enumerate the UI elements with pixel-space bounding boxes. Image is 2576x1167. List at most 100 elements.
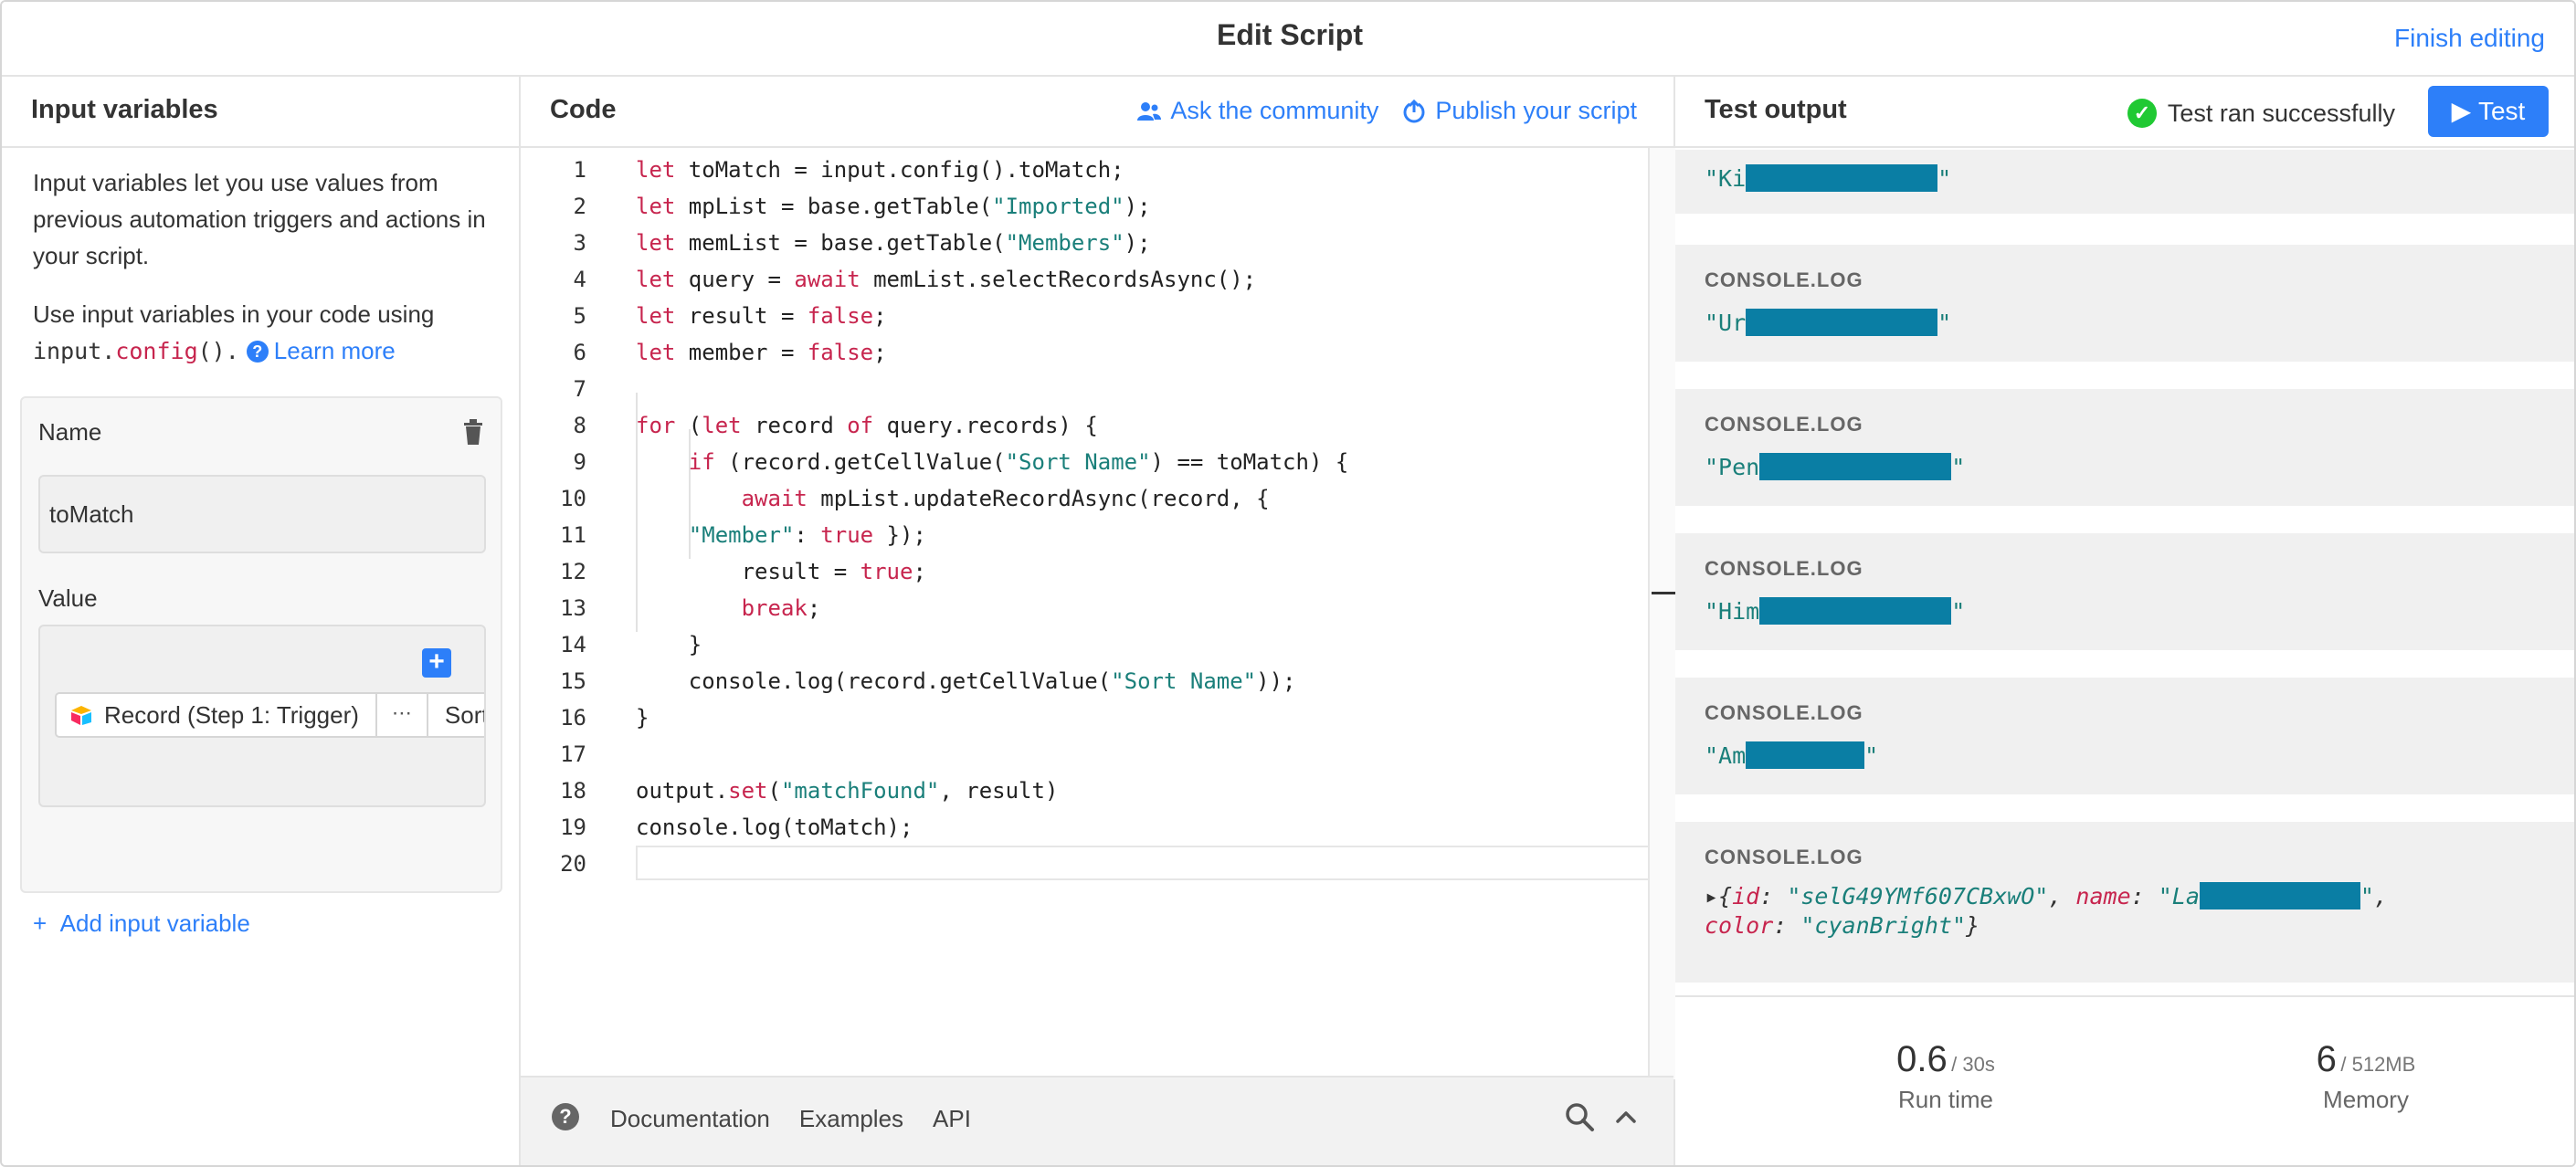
code-title: Code	[550, 95, 617, 124]
console-log-label: CONSOLE.LOG	[1705, 413, 1863, 436]
code-line[interactable]: 16}	[521, 701, 1644, 734]
console-entry: CONSOLE.LOG "Ur "	[1675, 245, 2574, 362]
record-token-label: Record (Step 1: Trigger)	[104, 700, 359, 729]
runtime-metric: 0.6 / 30s Run time	[1809, 1039, 2083, 1114]
code-line[interactable]: 3 let memList = base.getTable("Members");	[521, 226, 1644, 259]
line-number: 19	[560, 815, 586, 840]
token-more-icon[interactable]: ⋯	[375, 694, 428, 736]
console-entry-object: CONSOLE.LOG ▸{id: "selG49YMf607CBxwO", n…	[1675, 822, 2574, 983]
input-variables-panel: Input variables Input variables let you …	[2, 77, 521, 1165]
usage-text: Use input variables in your code using	[33, 300, 435, 328]
code-actions: Ask the community Publish your script	[1137, 97, 1637, 125]
variable-name-input[interactable]: toMatch	[38, 475, 486, 553]
console-value: "Ur "	[1705, 309, 1952, 336]
code-line[interactable]: 2 let mpList = base.getTable("Imported");	[521, 190, 1644, 223]
code-text: "Member": true });	[688, 522, 926, 548]
code-text: console.log(toMatch);	[636, 815, 913, 840]
code-line[interactable]: 11 "Member": true });	[521, 519, 1644, 552]
code-line[interactable]: 19 console.log(toMatch);	[521, 811, 1644, 844]
code-line[interactable]: 15 console.log(record.getCellValue("Sort…	[521, 665, 1644, 698]
code-line[interactable]: 18 output.set("matchFound", result)	[521, 774, 1644, 807]
documentation-link[interactable]: Documentation	[610, 1105, 770, 1133]
usage-code-fn: config	[115, 338, 198, 364]
code-text: }	[636, 705, 649, 731]
finish-editing-link[interactable]: Finish editing	[2394, 24, 2545, 53]
token-field-label: Sort Name	[444, 700, 486, 729]
redaction	[1746, 164, 1938, 192]
test-status: ✓ Test ran successfully	[2127, 99, 2395, 128]
dialog-header: Edit Script Finish editing	[2, 2, 2574, 77]
line-number: 2	[573, 194, 586, 219]
console-log-label: CONSOLE.LOG	[1705, 557, 1863, 580]
code-line[interactable]: 13 break;	[521, 592, 1644, 625]
code-text: for (let record of query.records) {	[636, 413, 1098, 438]
console-value: "Pen "	[1705, 453, 1966, 480]
add-input-variable-label: Add input variable	[59, 909, 250, 937]
console-log-label: CONSOLE.LOG	[1705, 701, 1863, 724]
code-editor[interactable]: 1 let toMatch = input.config().toMatch; 2 l…	[521, 148, 1670, 1079]
chevron-up-icon[interactable]	[1613, 1105, 1639, 1130]
test-button[interactable]: ▶ Test	[2428, 86, 2549, 137]
plus-icon: +	[33, 909, 60, 937]
redaction	[1746, 741, 1865, 769]
line-number: 3	[573, 230, 586, 256]
code-scrollbar[interactable]	[1648, 148, 1677, 1079]
input-variables-title: Input variables	[31, 95, 218, 124]
learn-more-link[interactable]: Learn more	[274, 337, 396, 364]
add-token-button[interactable]: +	[422, 648, 451, 678]
examples-link[interactable]: Examples	[799, 1105, 903, 1133]
console-entry: CONSOLE.LOG "Pen "	[1675, 389, 2574, 506]
ask-community-link[interactable]: Ask the community	[1137, 97, 1378, 125]
code-line[interactable]: 12 result = true;	[521, 555, 1644, 588]
code-line[interactable]: 20	[521, 847, 1644, 880]
record-token[interactable]: Record (Step 1: Trigger) ⋯ Sort Name	[55, 692, 486, 738]
memory-metric: 6 / 512MB Memory	[2229, 1039, 2503, 1114]
code-text: break;	[741, 595, 821, 621]
usage-code-obj: input.	[33, 338, 116, 364]
trash-icon[interactable]	[462, 418, 484, 446]
ask-community-label: Ask the community	[1170, 97, 1379, 124]
line-number: 14	[560, 632, 586, 657]
runtime-label: Run time	[1897, 1086, 1994, 1113]
code-line[interactable]: 10 await mpList.updateRecordAsync(record…	[521, 482, 1644, 515]
console-object-value[interactable]: ▸{id: "selG49YMf607CBxwO", name: "La ", c…	[1705, 882, 2388, 941]
code-line[interactable]: 17	[521, 738, 1644, 771]
code-line[interactable]: 9 if (record.getCellValue("Sort Name") =…	[521, 446, 1644, 478]
line-number: 15	[560, 668, 586, 694]
code-line[interactable]: 8 for (let record of query.records) {	[521, 409, 1644, 442]
search-icon[interactable]	[1564, 1101, 1595, 1132]
line-number: 7	[573, 376, 586, 402]
add-input-variable-button[interactable]: + Add input variable	[33, 909, 250, 938]
line-number: 6	[573, 340, 586, 365]
code-header: Code Ask the community Publish your scri…	[521, 77, 1673, 148]
play-icon: ▶	[2451, 97, 2478, 125]
code-text: let mpList = base.getTable("Imported");	[636, 194, 1151, 219]
code-line[interactable]: 14 }	[521, 628, 1644, 661]
line-number: 1	[573, 157, 586, 183]
console-entry: "Ki "	[1675, 150, 2574, 214]
publish-icon	[1403, 99, 1425, 122]
code-line[interactable]: 6 let member = false;	[521, 336, 1644, 369]
footer-links: Documentation Examples API	[610, 1105, 971, 1133]
code-line[interactable]: 4 let query = await memList.selectRecords…	[521, 263, 1644, 296]
edit-script-dialog: Edit Script Finish editing Input variabl…	[0, 0, 2576, 1167]
name-label: Name	[38, 418, 102, 446]
memory-unit: / 512MB	[2340, 1053, 2416, 1076]
code-panel: Code Ask the community Publish your scri…	[521, 77, 1677, 1165]
test-output-title: Test output	[1705, 95, 1847, 124]
line-number: 13	[560, 595, 586, 621]
publish-script-link[interactable]: Publish your script	[1402, 97, 1637, 125]
code-line[interactable]: 7	[521, 373, 1644, 405]
code-line[interactable]: 5 let result = false;	[521, 300, 1644, 332]
test-metrics: 0.6 / 30s Run time 6 / 512MB Memory	[1675, 995, 2574, 1165]
code-footer: ? Documentation Examples API	[521, 1076, 1673, 1165]
variable-value-field[interactable]: + Record (Step 1: Trigger) ⋯ Sort Name	[38, 625, 486, 807]
api-link[interactable]: API	[933, 1105, 971, 1133]
memory-value: 6	[2316, 1039, 2337, 1079]
help-icon[interactable]: ?	[552, 1103, 579, 1130]
people-icon	[1137, 101, 1162, 121]
line-number: 9	[573, 449, 586, 475]
code-text: }	[636, 632, 702, 657]
code-line[interactable]: 1 let toMatch = input.config().toMatch;	[521, 153, 1644, 186]
input-variable-card: Name toMatch Value + Record (Step 1: Tri…	[20, 396, 502, 893]
